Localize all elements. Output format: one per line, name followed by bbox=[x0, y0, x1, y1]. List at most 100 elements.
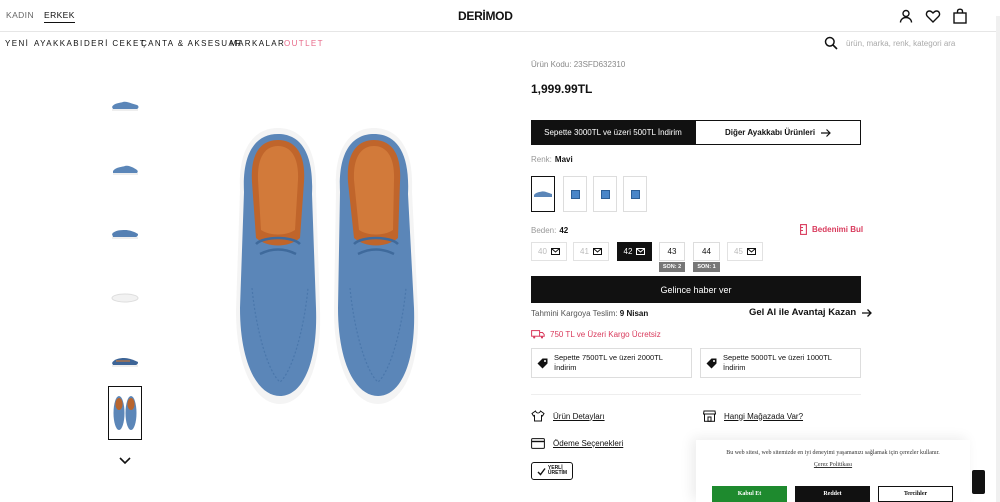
size-label: Beden: bbox=[531, 226, 557, 235]
product-code: Ürün Kodu: 23SFD632310 bbox=[531, 60, 626, 69]
local-production-line2: ÜRETİM bbox=[547, 470, 568, 476]
delivery-date: 9 Nisan bbox=[619, 309, 649, 318]
click-collect-label: Gel Al ile Avantaj Kazan bbox=[749, 307, 857, 318]
product-main-image bbox=[236, 128, 419, 404]
coupon-card[interactable]: Sepette 7500TL ve üzeri 2000TL İndirim bbox=[531, 348, 692, 378]
shoe-angle-image bbox=[112, 230, 138, 239]
payment-options-label: Ödeme Seçenekleri bbox=[553, 439, 624, 448]
tab-men[interactable]: ERKEK bbox=[44, 10, 75, 23]
product-thumbnail[interactable] bbox=[108, 270, 142, 324]
cookie-policy-link[interactable]: Çerez Politikası bbox=[696, 462, 970, 468]
tag-icon bbox=[706, 358, 717, 368]
store-icon bbox=[703, 410, 716, 422]
shoe-side-image bbox=[112, 101, 139, 111]
cookie-accept-button[interactable]: Kabul Et bbox=[712, 486, 787, 502]
size-option-40[interactable]: 40 bbox=[531, 242, 567, 261]
color-row: Renk: Mavi bbox=[531, 155, 573, 164]
size-option-label: 44 bbox=[702, 247, 711, 256]
nav-brands[interactable]: MARKALAR bbox=[230, 39, 285, 48]
tab-women[interactable]: KADIN bbox=[6, 10, 34, 20]
size-option-43[interactable]: 43 bbox=[659, 242, 685, 261]
local-production-text: YERLİ ÜRETİM bbox=[548, 466, 567, 476]
search-icon[interactable] bbox=[824, 36, 838, 50]
section-divider bbox=[531, 394, 861, 395]
nav-bags-accessories[interactable]: ÇANTA & AKSESUAR bbox=[141, 39, 242, 48]
shoe-swatch-image bbox=[534, 191, 552, 197]
notify-me-label: Gelince haber ver bbox=[660, 284, 732, 295]
brand-logo[interactable]: DERİMOD bbox=[458, 9, 513, 23]
size-option-45[interactable]: 45 bbox=[727, 242, 763, 261]
top-header: KADIN ERKEK DERİMOD bbox=[0, 0, 1000, 32]
size-finder-link[interactable]: Bedenimi Bul bbox=[800, 224, 863, 235]
nav-new[interactable]: YENİ bbox=[5, 39, 29, 48]
other-shoes-label: Diğer Ayakkabı Ürünleri bbox=[724, 128, 816, 137]
swatch-placeholder-icon bbox=[600, 189, 610, 199]
coupon-card[interactable]: Sepette 5000TL ve üzeri 1000TL İndirim bbox=[700, 348, 861, 378]
nav-leather-jacket[interactable]: DERİ CEKET bbox=[84, 39, 146, 48]
stock-badge: SON: 2 bbox=[659, 262, 685, 272]
size-option-label: 43 bbox=[667, 247, 677, 256]
page-scrollbar[interactable] bbox=[996, 16, 1000, 502]
account-icon[interactable] bbox=[898, 8, 914, 24]
size-option-42[interactable]: 42 bbox=[617, 242, 652, 261]
size-option-label: 45 bbox=[734, 247, 743, 256]
local-production-badge: YERLİ ÜRETİM bbox=[531, 462, 573, 480]
product-thumbnail[interactable] bbox=[108, 142, 142, 196]
cookie-preferences-button[interactable]: Tercihler bbox=[878, 486, 953, 502]
shoe-back-image bbox=[112, 358, 138, 367]
payment-options-link[interactable]: Ödeme Seçenekleri bbox=[531, 438, 623, 449]
delivery-label: Tahmini Kargoya Teslim: bbox=[531, 309, 618, 318]
free-shipping-label: 750 TL ve Üzeri Kargo Ücretsiz bbox=[550, 330, 661, 339]
coupon-label: Sepette 5000TL ve üzeri 1000TL İndirim bbox=[723, 353, 832, 372]
favorites-icon[interactable] bbox=[925, 8, 941, 24]
envelope-icon bbox=[746, 248, 756, 255]
arrow-right-icon bbox=[862, 308, 873, 317]
store-availability-link[interactable]: Hangi Mağazada Var? bbox=[703, 410, 803, 422]
ruler-icon bbox=[800, 224, 807, 235]
size-row: Beden: 42 bbox=[531, 226, 568, 235]
envelope-icon bbox=[550, 248, 560, 255]
size-option-41[interactable]: 41 bbox=[573, 242, 609, 261]
promo-dark-label: Sepette 3000TL ve üzeri 500TL İndirim bbox=[544, 128, 682, 137]
product-details-label: Ürün Detayları bbox=[553, 411, 605, 421]
cookie-consent-panel: Bu web sitesi, web sitemizde en iyi dene… bbox=[696, 440, 970, 502]
stock-badge: SON: 1 bbox=[693, 262, 720, 272]
color-swatch-selected[interactable] bbox=[531, 176, 555, 212]
coupon-label: Sepette 7500TL ve üzeri 2000TL İndirim bbox=[554, 353, 663, 372]
color-swatch[interactable] bbox=[563, 176, 587, 212]
chevron-down-icon[interactable] bbox=[118, 456, 132, 466]
other-shoes-button[interactable]: Diğer Ayakkabı Ürünleri bbox=[695, 120, 861, 145]
size-option-label: 41 bbox=[580, 247, 589, 256]
product-thumbnail[interactable] bbox=[108, 334, 142, 388]
size-option-44[interactable]: 44 bbox=[693, 242, 720, 261]
free-shipping-note: 750 TL ve Üzeri Kargo Ücretsiz bbox=[531, 330, 661, 339]
size-value: 42 bbox=[559, 226, 569, 235]
truck-icon bbox=[531, 330, 545, 339]
click-collect-link[interactable]: Gel Al ile Avantaj Kazan bbox=[749, 307, 873, 318]
cookie-reject-button[interactable]: Reddet bbox=[795, 486, 870, 502]
product-thumbnail[interactable] bbox=[108, 78, 142, 132]
delivery-estimate: Tahmini Kargoya Teslim: 9 Nisan bbox=[531, 309, 648, 318]
notify-me-button[interactable]: Gelince haber ver bbox=[531, 276, 861, 303]
promo-banner-dark[interactable]: Sepette 3000TL ve üzeri 500TL İndirim bbox=[531, 120, 695, 145]
color-label: Renk: bbox=[531, 155, 552, 164]
nav-shoes[interactable]: AYAKKABI bbox=[34, 39, 84, 48]
color-value: Mavi bbox=[554, 155, 573, 164]
check-badge-icon bbox=[537, 467, 546, 476]
shoe-side-image bbox=[113, 165, 138, 175]
cart-icon[interactable] bbox=[952, 8, 968, 24]
shirt-icon bbox=[531, 410, 545, 422]
color-swatch[interactable] bbox=[593, 176, 617, 212]
color-swatch[interactable] bbox=[623, 176, 647, 212]
product-thumbnail-selected[interactable] bbox=[108, 386, 142, 440]
swatch-placeholder-icon bbox=[630, 189, 640, 199]
product-price: 1,999.99TL bbox=[531, 82, 593, 96]
shoe-top-image bbox=[113, 396, 137, 430]
shoe-sole-image bbox=[111, 293, 139, 303]
product-thumbnail[interactable] bbox=[108, 206, 142, 260]
product-details-link[interactable]: Ürün Detayları bbox=[531, 410, 605, 422]
nav-outlet[interactable]: OUTLET bbox=[284, 39, 324, 48]
search-input[interactable] bbox=[846, 36, 986, 50]
swatch-placeholder-icon bbox=[570, 189, 580, 199]
floating-action-button[interactable] bbox=[972, 470, 985, 494]
